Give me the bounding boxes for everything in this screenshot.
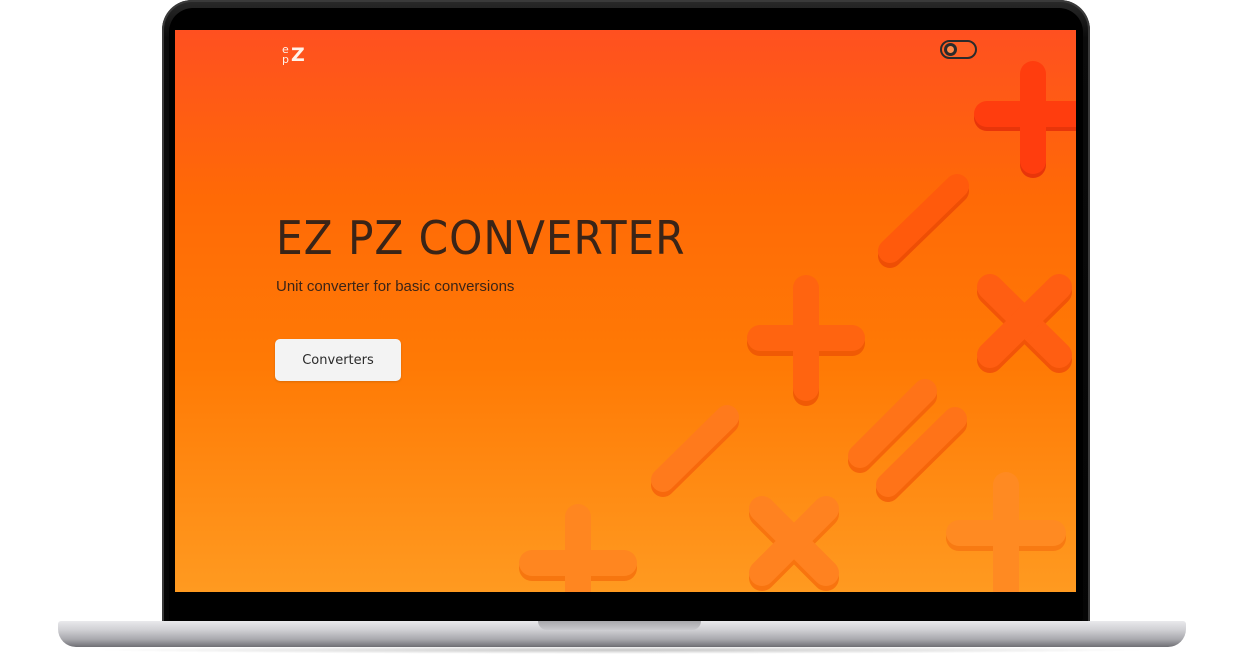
logo-glyph: p xyxy=(282,53,289,66)
laptop-shadow xyxy=(90,646,1154,654)
minus-icon xyxy=(651,405,739,497)
theme-toggle-icon xyxy=(944,43,957,56)
laptop-notch xyxy=(538,621,701,630)
multiply-icon xyxy=(977,274,1072,373)
logo-glyph: Z xyxy=(291,44,305,66)
math-symbols-background xyxy=(519,61,1076,592)
converters-button[interactable]: Converters xyxy=(275,339,401,381)
page-title: EZ PZ CONVERTER xyxy=(276,211,686,265)
plus-icon xyxy=(519,504,637,592)
plus-icon xyxy=(747,275,865,406)
page-subtitle: Unit converter for basic conversions xyxy=(276,278,515,295)
plus-icon xyxy=(946,472,1066,592)
multiply-icon xyxy=(749,496,839,591)
app-logo[interactable]: e p Z xyxy=(280,44,314,70)
plus-icon xyxy=(974,61,1076,178)
app-screen: e p Z EZ PZ CONVERTER Unit converter for… xyxy=(175,30,1076,592)
minus-icon xyxy=(878,174,969,268)
equals-icon xyxy=(848,379,967,502)
theme-toggle[interactable] xyxy=(940,40,977,59)
